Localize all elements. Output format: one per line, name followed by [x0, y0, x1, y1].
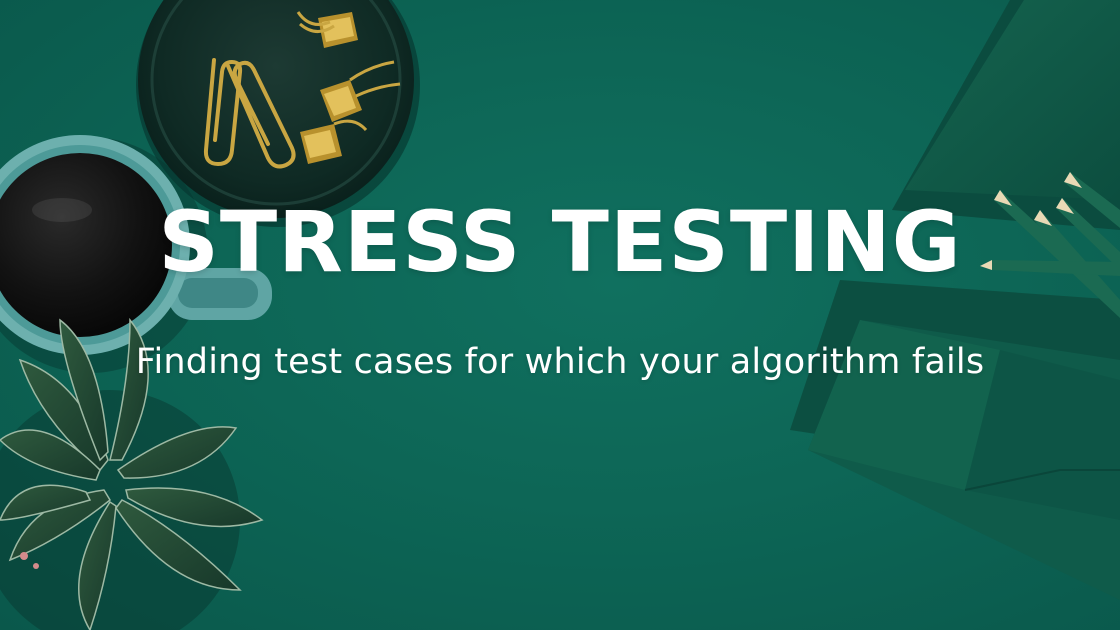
banner-title: STRESS TESTING	[158, 193, 962, 291]
banner-subtitle: Finding test cases for which your algori…	[135, 342, 985, 382]
banner-canvas: STRESS TESTING Finding test cases for wh…	[0, 0, 1120, 630]
background-scene	[0, 0, 1120, 630]
